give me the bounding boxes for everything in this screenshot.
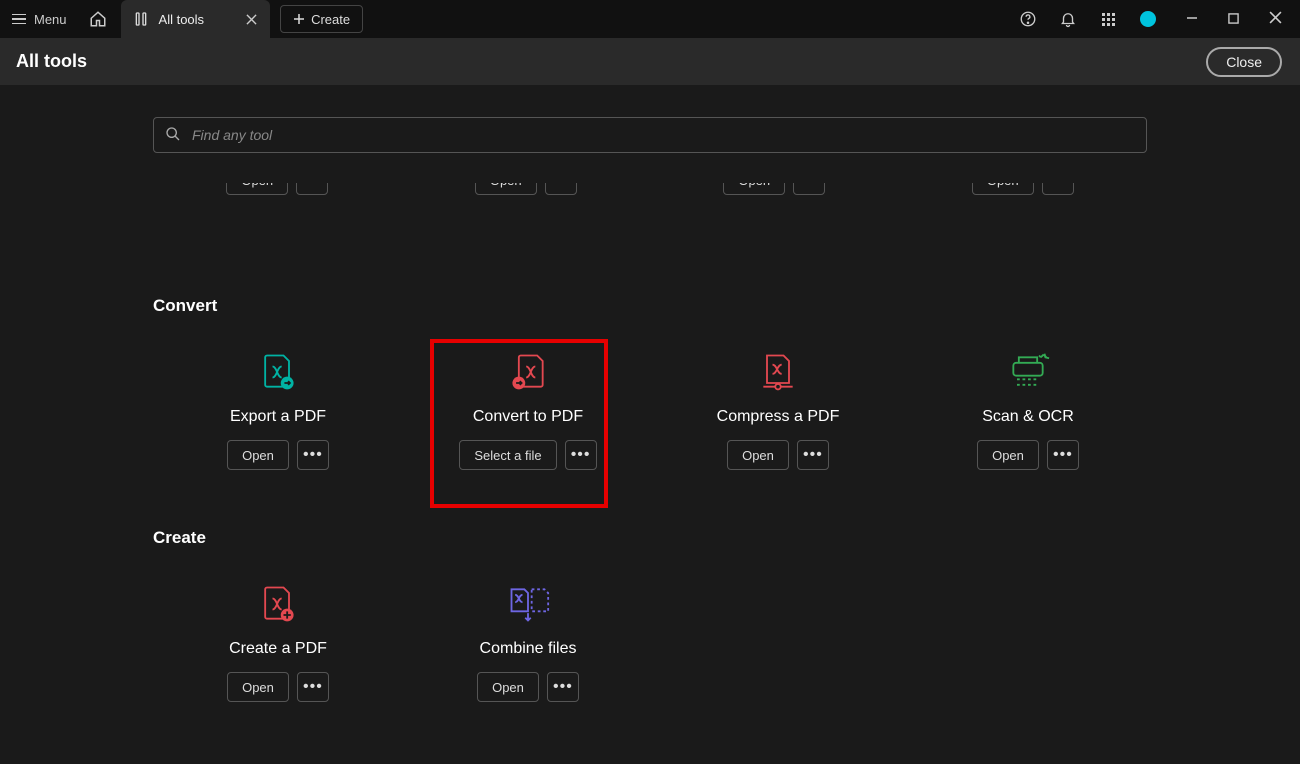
maximize-icon — [1228, 13, 1239, 24]
subheader: All tools Close — [0, 38, 1300, 85]
create-pdf-icon — [256, 580, 300, 628]
tool-prepare-form[interactable]: Prepare a form Open ••• — [899, 183, 1148, 195]
open-button[interactable]: Open — [723, 183, 785, 195]
tool-edit-pdf[interactable]: Edit a PDF Open ••• — [153, 183, 402, 195]
open-button[interactable]: Open — [227, 672, 289, 702]
more-icon: ••• — [553, 678, 573, 696]
more-button[interactable]: ••• — [1047, 440, 1079, 470]
tab-label: All tools — [159, 12, 205, 27]
more-icon: ••• — [1048, 183, 1068, 189]
search-input[interactable] — [153, 117, 1147, 153]
tool-label: Combine files — [480, 640, 577, 658]
create-button[interactable]: Create — [280, 5, 363, 33]
plus-icon — [293, 13, 305, 25]
more-icon: ••• — [303, 446, 323, 464]
more-button[interactable]: ••• — [547, 672, 579, 702]
tool-add-rich-media[interactable]: Add rich media Open ••• — [650, 183, 899, 195]
more-button[interactable]: ••• — [565, 440, 597, 470]
section-title: Create — [153, 528, 1147, 548]
close-icon — [1269, 11, 1282, 24]
home-button[interactable] — [79, 0, 117, 38]
more-icon: ••• — [803, 446, 823, 464]
menu-label: Menu — [34, 12, 67, 27]
more-button[interactable]: ••• — [793, 183, 825, 195]
window-controls — [1168, 11, 1300, 27]
more-button[interactable]: ••• — [545, 183, 577, 195]
section-convert: Convert Export a PDF Open ••• — [153, 296, 1147, 480]
home-icon — [89, 10, 107, 28]
apps-icon — [1102, 13, 1115, 26]
content-area: Edit a PDF Open ••• Organize pages Open … — [0, 117, 1300, 712]
scan-ocr-icon — [1004, 348, 1052, 396]
search-icon — [165, 126, 181, 147]
bell-icon — [1059, 10, 1077, 28]
close-label: Close — [1226, 54, 1262, 70]
section-create: Create Create a PDF Open ••• — [153, 528, 1147, 712]
tool-create-pdf[interactable]: Create a PDF Open ••• — [153, 570, 403, 712]
open-button[interactable]: Open — [972, 183, 1034, 195]
hamburger-icon — [12, 14, 26, 25]
more-icon: ••• — [799, 183, 819, 189]
close-icon — [246, 14, 257, 25]
export-pdf-icon — [256, 348, 300, 396]
help-button[interactable] — [1018, 9, 1038, 29]
page-title: All tools — [16, 51, 87, 72]
more-icon: ••• — [302, 183, 322, 189]
more-button[interactable]: ••• — [797, 440, 829, 470]
titlebar-actions — [1018, 0, 1168, 38]
open-button[interactable]: Open — [475, 183, 537, 195]
more-icon: ••• — [1053, 446, 1073, 464]
open-button[interactable]: Open — [477, 672, 539, 702]
tool-compress-pdf[interactable]: Compress a PDF Open ••• — [653, 338, 903, 480]
tool-convert-to-pdf[interactable]: Convert to PDF Select a file ••• — [403, 338, 653, 480]
tool-label: Create a PDF — [229, 640, 327, 658]
maximize-button[interactable] — [1228, 11, 1239, 27]
select-file-button[interactable]: Select a file — [459, 440, 556, 470]
open-button[interactable]: Open — [977, 440, 1039, 470]
minimize-button[interactable] — [1186, 11, 1198, 27]
section-title: Convert — [153, 296, 1147, 316]
open-button[interactable]: Open — [226, 183, 288, 195]
tool-combine-files[interactable]: Combine files Open ••• — [403, 570, 653, 712]
more-icon: ••• — [551, 183, 571, 189]
help-icon — [1019, 10, 1037, 28]
tool-organize-pages[interactable]: Organize pages Open ••• — [402, 183, 651, 195]
tab-all-tools[interactable]: All tools — [121, 0, 271, 38]
partial-tool-row: Edit a PDF Open ••• Organize pages Open … — [153, 183, 1147, 248]
apps-button[interactable] — [1098, 9, 1118, 29]
tool-scan-ocr[interactable]: Scan & OCR Open ••• — [903, 338, 1153, 480]
close-page-button[interactable]: Close — [1206, 47, 1282, 77]
close-window-button[interactable] — [1269, 11, 1282, 27]
tool-label: Export a PDF — [230, 408, 326, 426]
tab-close-button[interactable] — [244, 12, 258, 26]
menu-button[interactable]: Menu — [0, 0, 79, 38]
more-button[interactable]: ••• — [1042, 183, 1074, 195]
more-icon: ••• — [571, 446, 591, 464]
tool-label: Scan & OCR — [982, 408, 1074, 426]
create-label: Create — [311, 12, 350, 27]
more-button[interactable]: ••• — [296, 183, 328, 195]
notifications-button[interactable] — [1058, 9, 1078, 29]
tool-export-pdf[interactable]: Export a PDF Open ••• — [153, 338, 403, 480]
tool-label: Compress a PDF — [717, 408, 840, 426]
more-button[interactable]: ••• — [297, 672, 329, 702]
convert-pdf-icon — [506, 348, 550, 396]
titlebar: Menu All tools Create — [0, 0, 1300, 38]
tool-label: Convert to PDF — [473, 408, 583, 426]
account-button[interactable] — [1138, 9, 1158, 29]
combine-files-icon — [504, 580, 552, 628]
more-button[interactable]: ••• — [297, 440, 329, 470]
more-icon: ••• — [303, 678, 323, 696]
search-container — [153, 117, 1147, 153]
open-button[interactable]: Open — [227, 440, 289, 470]
tools-icon — [133, 11, 149, 27]
compress-pdf-icon — [756, 348, 800, 396]
avatar-icon — [1140, 11, 1156, 27]
open-button[interactable]: Open — [727, 440, 789, 470]
minimize-icon — [1186, 12, 1198, 24]
